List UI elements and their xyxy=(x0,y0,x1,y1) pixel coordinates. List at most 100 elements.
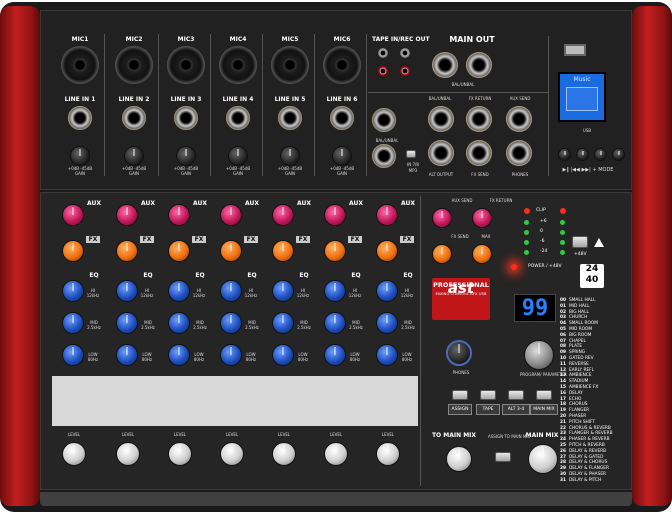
eq-mid-knob[interactable] xyxy=(376,312,398,334)
in78-r-jack[interactable] xyxy=(372,144,396,168)
rec-out-l-jack[interactable] xyxy=(400,48,410,58)
eq-low-knob[interactable] xyxy=(168,344,190,366)
mp3-control-button[interactable] xyxy=(612,148,625,161)
line-input-jack[interactable] xyxy=(122,106,146,130)
alt34-button[interactable] xyxy=(508,390,524,400)
eq-mid-knob[interactable] xyxy=(220,312,242,334)
alt-out-r-jack[interactable] xyxy=(428,140,454,166)
eq-hi-knob[interactable] xyxy=(62,280,84,302)
tape-in-r-jack[interactable] xyxy=(378,66,388,76)
gain-label: GAIN xyxy=(74,171,85,176)
eq-hi-knob[interactable] xyxy=(116,280,138,302)
eq-hi-knob[interactable] xyxy=(272,280,294,302)
eq-mid-knob[interactable] xyxy=(272,312,294,334)
line-input-jack[interactable] xyxy=(330,106,354,130)
eq-hi-knob[interactable] xyxy=(324,280,346,302)
eq-low-knob[interactable] xyxy=(116,344,138,366)
eq-mid-knob[interactable] xyxy=(62,312,84,334)
phones-jack[interactable] xyxy=(506,140,532,166)
clip-label: CLIP xyxy=(536,208,546,213)
aux-knob[interactable] xyxy=(168,204,190,226)
level-knob[interactable] xyxy=(62,442,86,466)
level-knob[interactable] xyxy=(116,442,140,466)
level-knob[interactable] xyxy=(272,442,296,466)
program-parameter-knob[interactable] xyxy=(524,340,554,370)
fx-return-l-jack[interactable] xyxy=(466,106,492,132)
level-knob[interactable] xyxy=(220,442,244,466)
main-out-l-jack[interactable] xyxy=(432,52,458,78)
in78-bal-label: BAL/UNBAL xyxy=(375,138,399,143)
line-input-jack[interactable] xyxy=(174,106,198,130)
assign-to-main-button[interactable] xyxy=(495,452,511,462)
eq-mid-knob[interactable] xyxy=(116,312,138,334)
line-input-jack[interactable] xyxy=(278,106,302,130)
eq-low-knob[interactable] xyxy=(324,344,346,366)
aux-knob[interactable] xyxy=(116,204,138,226)
xlr-input-jack[interactable] xyxy=(61,46,99,84)
xlr-input-jack[interactable] xyxy=(219,46,257,84)
line-input-jack[interactable] xyxy=(226,106,250,130)
gain-knob[interactable] xyxy=(124,146,144,166)
in78-l-jack[interactable] xyxy=(372,108,396,132)
level-knob[interactable] xyxy=(324,442,348,466)
channel-divider xyxy=(314,34,315,176)
main-mix-button[interactable] xyxy=(536,390,552,400)
phones-level-knob[interactable] xyxy=(446,340,472,366)
eq-mid-knob[interactable] xyxy=(324,312,346,334)
gain-knob[interactable] xyxy=(70,146,90,166)
to-main-mix-knob[interactable] xyxy=(446,446,472,472)
aux-knob[interactable] xyxy=(324,204,346,226)
aux-knob[interactable] xyxy=(272,204,294,226)
gain-knob[interactable] xyxy=(228,146,248,166)
master-fx-send-knob[interactable] xyxy=(432,244,452,264)
aux-knob[interactable] xyxy=(220,204,242,226)
eq-mid-knob[interactable] xyxy=(168,312,190,334)
mp3-switch[interactable] xyxy=(406,150,416,158)
fx-return-knob[interactable] xyxy=(472,244,492,264)
eq-low-knob[interactable] xyxy=(272,344,294,366)
level-label: LEVEL xyxy=(225,432,239,437)
eq-hi-knob[interactable] xyxy=(168,280,190,302)
main-out-r-jack[interactable] xyxy=(466,52,492,78)
xlr-input-jack[interactable] xyxy=(115,46,153,84)
tape-button[interactable] xyxy=(480,390,496,400)
eq-hi-knob[interactable] xyxy=(220,280,242,302)
fx-knob[interactable] xyxy=(272,240,294,262)
fx-knob[interactable] xyxy=(324,240,346,262)
tape-in-l-jack[interactable] xyxy=(378,48,388,58)
fx-knob[interactable] xyxy=(376,240,398,262)
mp3-control-button[interactable] xyxy=(594,148,607,161)
gain-knob[interactable] xyxy=(176,146,196,166)
xlr-input-jack[interactable] xyxy=(271,46,309,84)
usb-port[interactable] xyxy=(564,44,586,56)
fx-knob[interactable] xyxy=(116,240,138,262)
eq-low-knob[interactable] xyxy=(220,344,242,366)
alt-out-l-jack[interactable] xyxy=(428,106,454,132)
fx-return-r-jack[interactable] xyxy=(466,140,492,166)
phantom-power-button[interactable] xyxy=(572,236,588,248)
assign-button[interactable] xyxy=(452,390,468,400)
aux-knob[interactable] xyxy=(62,204,84,226)
xlr-input-jack[interactable] xyxy=(167,46,205,84)
fx-return-to-aux-knob[interactable] xyxy=(472,208,492,228)
level-knob[interactable] xyxy=(376,442,400,466)
gain-knob[interactable] xyxy=(280,146,300,166)
fx-knob[interactable] xyxy=(220,240,242,262)
eq-low-knob[interactable] xyxy=(62,344,84,366)
xlr-input-jack[interactable] xyxy=(323,46,361,84)
gain-knob[interactable] xyxy=(332,146,352,166)
line-in-label: LINE IN 6 xyxy=(326,96,358,103)
mp3-control-button[interactable] xyxy=(558,148,571,161)
master-aux-send-knob[interactable] xyxy=(432,208,452,228)
aux-knob[interactable] xyxy=(376,204,398,226)
mp3-control-button[interactable] xyxy=(576,148,589,161)
rec-out-r-jack[interactable] xyxy=(400,66,410,76)
aux-send-jack[interactable] xyxy=(506,106,532,132)
fx-knob[interactable] xyxy=(62,240,84,262)
level-knob[interactable] xyxy=(168,442,192,466)
eq-hi-knob[interactable] xyxy=(376,280,398,302)
line-input-jack[interactable] xyxy=(68,106,92,130)
fx-knob[interactable] xyxy=(168,240,190,262)
main-mix-knob[interactable] xyxy=(528,444,558,474)
eq-low-knob[interactable] xyxy=(376,344,398,366)
